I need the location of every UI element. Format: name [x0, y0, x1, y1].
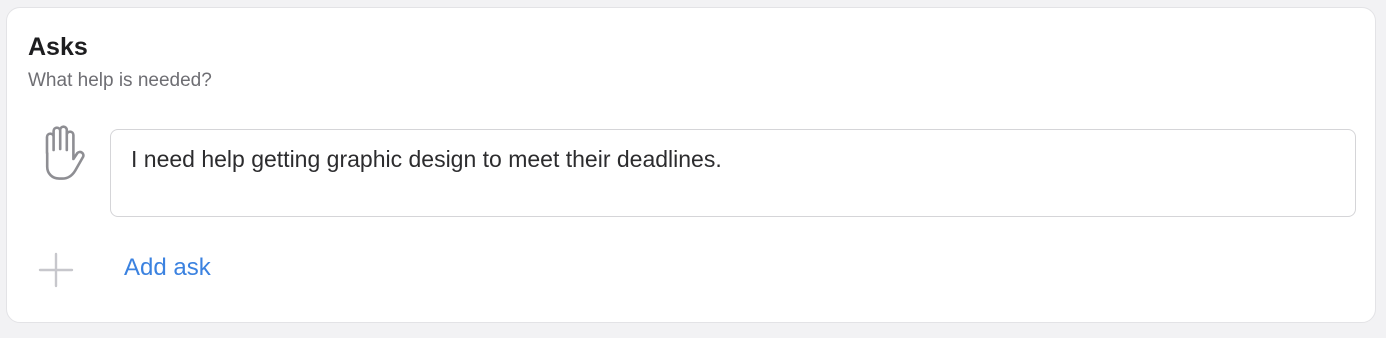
raised-hand-icon [37, 123, 87, 183]
asks-card: Asks What help is needed? I need help ge… [6, 7, 1376, 323]
section-title: Asks [28, 33, 88, 61]
section-subtitle: What help is needed? [28, 70, 212, 91]
ask-text-field[interactable]: I need help getting graphic design to me… [110, 129, 1356, 217]
ask-text[interactable]: I need help getting graphic design to me… [131, 145, 1335, 173]
add-ask-link[interactable]: Add ask [124, 253, 211, 283]
plus-icon[interactable] [37, 251, 75, 289]
